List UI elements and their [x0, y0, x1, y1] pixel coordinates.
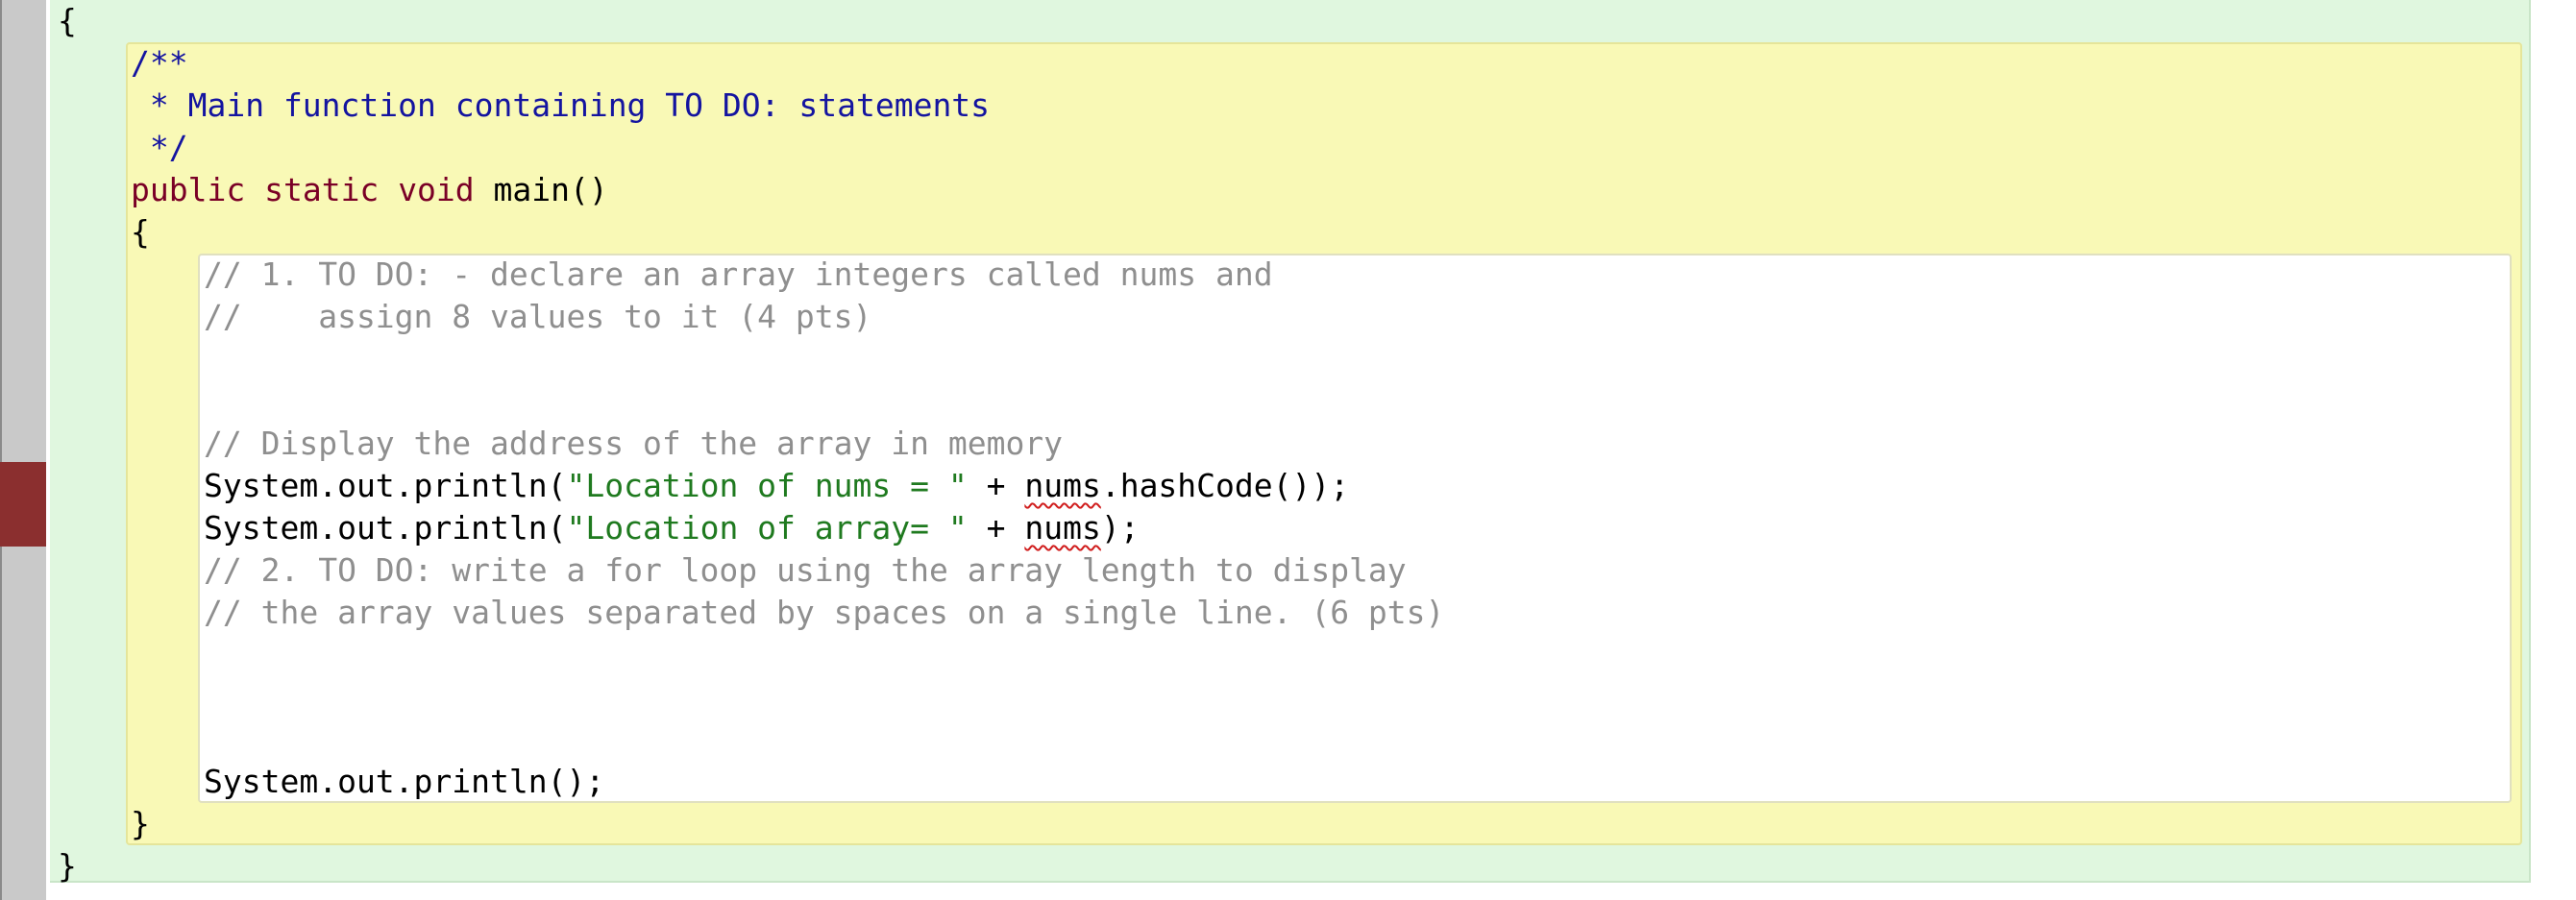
comment-todo2-line1[interactable]: // 2. TO DO: write a for loop using the …: [204, 549, 1407, 592]
print-hashcode-line[interactable]: System.out.println("Location of nums = "…: [204, 465, 1349, 507]
print1-var-error: nums: [1024, 467, 1101, 504]
editor-gutter: [0, 0, 46, 900]
print1-plus: +: [967, 467, 1025, 504]
print1-suffix: .hashCode());: [1100, 467, 1350, 504]
print2-string: "Location of array= ": [566, 509, 968, 547]
code-editor[interactable]: { /** * Main function containing TO DO: …: [0, 0, 2576, 900]
method-close-brace[interactable]: }: [131, 803, 150, 845]
print2-suffix: );: [1100, 509, 1140, 547]
print2-var-error: nums: [1024, 509, 1101, 547]
comment-display-address[interactable]: // Display the address of the array in m…: [204, 423, 1063, 465]
comment-todo2-line2[interactable]: // the array values separated by spaces …: [204, 592, 1444, 634]
error-marker[interactable]: [0, 462, 46, 547]
class-open-brace[interactable]: {: [58, 0, 77, 42]
class-close-brace[interactable]: }: [58, 845, 77, 888]
keyword-static: static: [264, 171, 380, 208]
javadoc-open[interactable]: /**: [131, 42, 188, 85]
method-signature[interactable]: public static void main(): [131, 169, 608, 211]
gutter-border: [0, 0, 2, 900]
print2-plus: +: [967, 509, 1025, 547]
print2-call: System.out.println(: [204, 509, 567, 547]
print1-string: "Location of nums = ": [566, 467, 968, 504]
comment-todo1-line1[interactable]: // 1. TO DO: - declare an array integers…: [204, 254, 1273, 296]
javadoc-close[interactable]: */: [131, 127, 188, 169]
javadoc-text[interactable]: * Main function containing TO DO: statem…: [131, 85, 990, 127]
method-name: main(): [474, 171, 608, 208]
keyword-public: public: [131, 171, 246, 208]
print1-call: System.out.println(: [204, 467, 567, 504]
print-array-line[interactable]: System.out.println("Location of array= "…: [204, 507, 1140, 549]
keyword-void: void: [398, 171, 475, 208]
print-empty-line[interactable]: System.out.println();: [204, 761, 604, 803]
comment-todo1-line2[interactable]: // assign 8 values to it (4 pts): [204, 296, 871, 338]
method-open-brace[interactable]: {: [131, 211, 150, 254]
